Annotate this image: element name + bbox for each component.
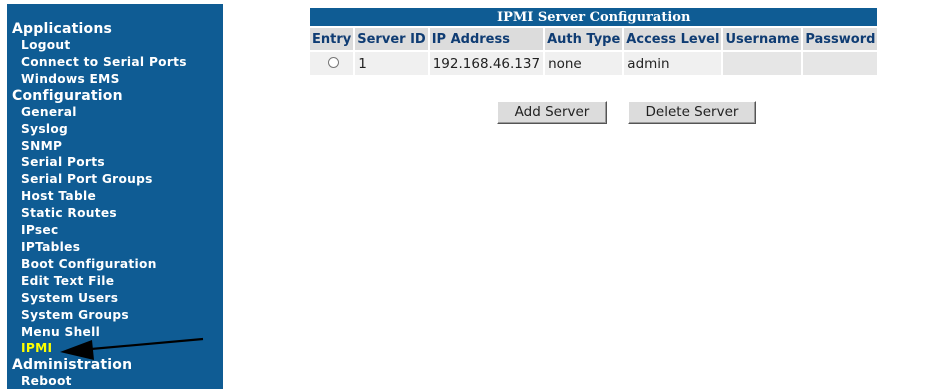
nav-serial-port-groups[interactable]: Serial Port Groups	[12, 171, 223, 188]
nav-system-groups[interactable]: System Groups	[12, 307, 223, 324]
nav-boot-configuration[interactable]: Boot Configuration	[12, 256, 223, 273]
col-auth-type: Auth Type	[545, 28, 623, 50]
section-configuration: Configuration	[12, 87, 123, 104]
col-password: Password	[803, 28, 878, 50]
col-access-level: Access Level	[624, 28, 722, 50]
nav-ipsec[interactable]: IPsec	[12, 222, 223, 239]
access-level-cell: admin	[624, 52, 722, 75]
username-cell	[723, 52, 802, 75]
nav-system-users[interactable]: System Users	[12, 290, 223, 307]
ip-address-cell: 192.168.46.137	[429, 52, 544, 75]
nav-static-routes[interactable]: Static Routes	[12, 205, 223, 222]
delete-server-button[interactable]: Delete Server	[628, 101, 756, 124]
section-applications: Applications	[12, 21, 113, 37]
nav-edit-text-file[interactable]: Edit Text File	[12, 273, 223, 290]
password-cell	[803, 52, 878, 75]
col-username: Username	[723, 28, 802, 50]
nav-syslog[interactable]: Syslog	[12, 121, 223, 138]
table-header-row: Entry Server ID IP Address Auth Type Acc…	[310, 28, 878, 50]
nav-windows-ems[interactable]: Windows EMS	[12, 71, 223, 88]
col-ip-address: IP Address	[429, 28, 544, 50]
auth-type-cell: none	[545, 52, 623, 75]
nav-iptables[interactable]: IPTables	[12, 239, 223, 256]
nav-reboot[interactable]: Reboot	[12, 373, 223, 390]
col-server-id: Server ID	[355, 28, 428, 50]
nav-snmp[interactable]: SNMP	[12, 138, 223, 155]
col-entry: Entry	[310, 28, 354, 50]
pointer-arrow-icon	[60, 337, 204, 360]
entry-radio[interactable]	[328, 56, 339, 68]
nav-connect-serial-ports[interactable]: Connect to Serial Ports	[12, 54, 223, 71]
table-row: 1 192.168.46.137 none admin	[310, 52, 878, 75]
nav-host-table[interactable]: Host Table	[12, 188, 223, 205]
sidebar-nav: Applications Logout Connect to Serial Po…	[7, 4, 223, 389]
entry-cell	[310, 52, 354, 75]
table-title: IPMI Server Configuration	[310, 8, 878, 26]
table-title-row: IPMI Server Configuration	[310, 8, 878, 26]
ipmi-server-table: IPMI Server Configuration Entry Server I…	[308, 6, 880, 77]
nav-logout[interactable]: Logout	[12, 37, 223, 54]
server-id-cell: 1	[355, 52, 428, 75]
add-server-button[interactable]: Add Server	[497, 101, 607, 124]
nav-general[interactable]: General	[12, 104, 223, 121]
nav-serial-ports[interactable]: Serial Ports	[12, 154, 223, 171]
